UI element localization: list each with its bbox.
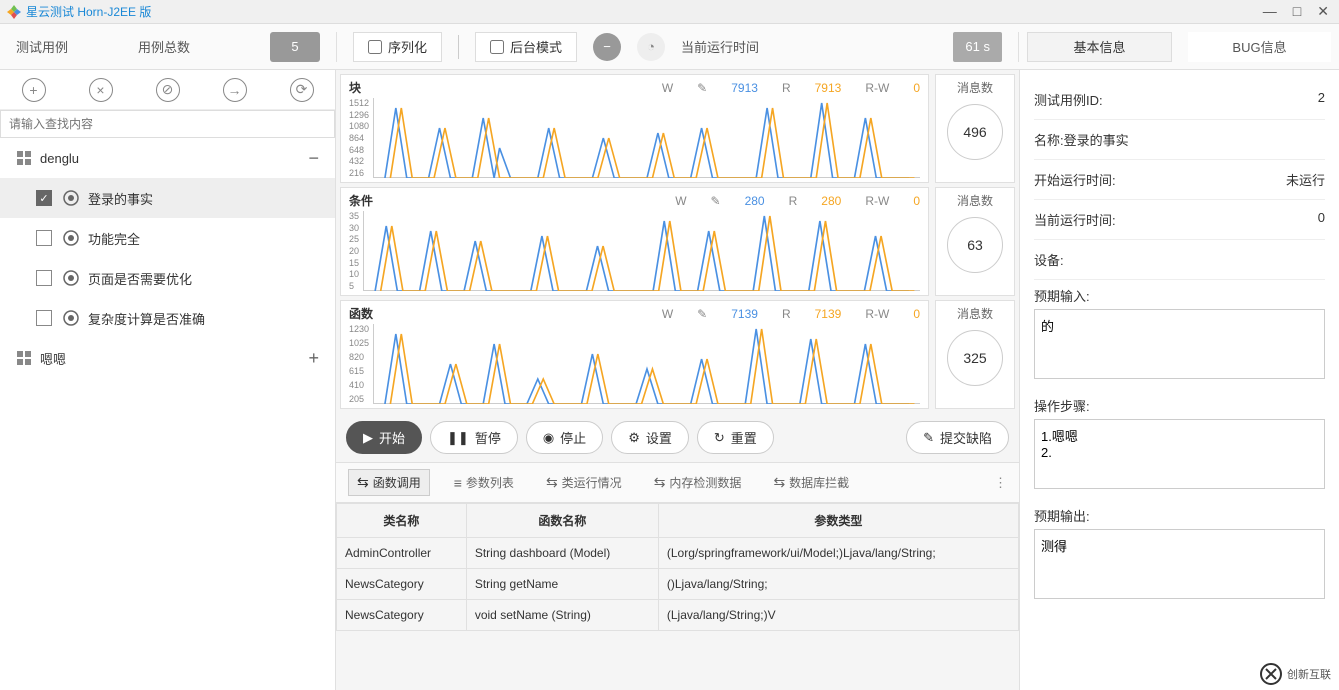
chart-block: 块 W ✎ 7913 R 7913 R-W 0 [340,74,929,183]
refresh-icon: ↻ [714,430,725,446]
submit-defect-button[interactable]: ✎提交缺陷 [906,421,1009,454]
edit-icon: ✎ [923,430,934,446]
tree-item-2[interactable]: 功能完全 [0,218,335,258]
y-axis: 151212961080864648432216 [349,98,369,178]
list-icon: ≡ [454,475,462,491]
tab-memory[interactable]: ⇆内存检测数据 [646,470,750,495]
play-icon: ▶ [363,430,373,446]
sidebar: + × ⊘ → ⟳ denglu − ✓ 登录的事实 [0,70,336,690]
swap-icon: ⇆ [357,474,369,491]
target-icon [62,309,80,327]
message-count-block: 消息数 496 [935,74,1015,183]
grid-icon [16,350,32,366]
delete-icon[interactable]: × [89,78,113,102]
minimize-icon[interactable]: — [1259,3,1281,20]
chart-condition: 条件 W ✎ 280 R 280 R-W 0 [340,187,929,296]
chart-function: 函数 W ✎ 7139 R 7139 R-W 0 [340,300,929,409]
total-label: 用例总数 [138,37,190,56]
tab-params[interactable]: ≡参数列表 [446,470,522,495]
total-count: 5 [270,32,320,62]
steps-field[interactable] [1034,419,1325,489]
message-count-cond: 消息数 63 [935,187,1015,296]
tab-class-run[interactable]: ⇆类运行情况 [538,470,630,495]
add-icon[interactable]: + [22,78,46,102]
target-icon [62,189,80,207]
tree-item-3[interactable]: 页面是否需要优化 [0,258,335,298]
edit-icon[interactable]: ✎ [711,194,721,208]
tree-group-denglu[interactable]: denglu − [0,138,335,178]
expected-input-label: 预期输入: [1034,286,1325,305]
swap-icon: ⇆ [773,474,785,491]
tab-basic-info[interactable]: 基本信息 [1027,32,1172,62]
collapse-icon[interactable]: − [308,148,319,169]
expand-icon[interactable]: + [308,348,319,369]
checkbox-checked-icon[interactable]: ✓ [36,190,52,206]
pause-button[interactable]: ❚❚暂停 [430,421,518,454]
function-table: 类名称 函数名称 参数类型 AdminControllerString dash… [336,503,1019,690]
table-row[interactable]: NewsCategoryvoid setName (String)(Ljava/… [337,600,1019,631]
grid-icon [16,150,32,166]
serialize-checkbox[interactable]: 序列化 [353,32,442,62]
clock-button[interactable]: ◔ [637,33,665,61]
reset-button[interactable]: ↻重置 [697,421,774,454]
toolbar: 测试用例 用例总数 5 序列化 后台模式 − ◔ 当前运行时间 61 s 基本信… [0,24,1339,70]
target-icon [62,229,80,247]
backend-checkbox[interactable]: 后台模式 [475,32,577,62]
expected-input-field[interactable] [1034,309,1325,379]
swap-icon: ⇆ [654,474,666,491]
runtime-label: 当前运行时间 [681,37,937,56]
checkbox-icon[interactable] [36,310,52,326]
tree-item-1[interactable]: ✓ 登录的事实 [0,178,335,218]
tree-item-4[interactable]: 复杂度计算是否准确 [0,298,335,338]
steps-label: 操作步骤: [1034,396,1325,415]
gear-icon: ⚙ [628,430,640,446]
swap-icon: ⇆ [546,474,558,491]
app-title: 星云测试 Horn-J2EE 版 [26,3,151,20]
close-icon[interactable]: ✕ [1313,3,1333,20]
runtime-value: 61 s [953,32,1002,62]
tab-func-call[interactable]: ⇆函数调用 [348,469,430,496]
tree-group-2[interactable]: 嗯嗯 + [0,338,335,378]
forward-icon[interactable]: → [223,78,247,102]
maximize-icon[interactable]: □ [1289,3,1305,20]
tab-db[interactable]: ⇆数据库拦截 [765,470,857,495]
stop-icon: ◉ [543,430,554,446]
table-row[interactable]: AdminControllerString dashboard (Model)(… [337,538,1019,569]
info-panel: 测试用例ID:2 名称:登录的事实 开始运行时间:未运行 当前运行时间:0 设备… [1019,70,1339,690]
target-icon [62,269,80,287]
testcase-label: 测试用例 [16,37,68,56]
checkbox-icon[interactable] [36,230,52,246]
expected-output-label: 预期输出: [1034,506,1325,525]
refresh-icon[interactable]: ⟳ [290,78,314,102]
app-logo-icon [6,4,22,20]
settings-button[interactable]: ⚙设置 [611,421,689,454]
plot-area [373,98,920,178]
edit-icon[interactable]: ✎ [697,307,707,321]
disable-icon[interactable]: ⊘ [156,78,180,102]
message-count-func: 消息数 325 [935,300,1015,409]
start-button[interactable]: ▶开始 [346,421,422,454]
minus-button[interactable]: − [593,33,621,61]
more-icon[interactable]: ⋮ [994,475,1007,491]
table-row[interactable]: NewsCategoryString getName()Ljava/lang/S… [337,569,1019,600]
checkbox-icon[interactable] [36,270,52,286]
edit-icon[interactable]: ✎ [697,81,707,95]
expected-output-field[interactable] [1034,529,1325,599]
pause-icon: ❚❚ [447,430,469,446]
tab-bug-info[interactable]: BUG信息 [1188,32,1331,62]
titlebar: 星云测试 Horn-J2EE 版 — □ ✕ [0,0,1339,24]
divider [458,35,459,59]
footer-logo: 创新互联 [1251,658,1339,690]
search-input[interactable] [0,110,335,138]
stop-button[interactable]: ◉停止 [526,421,603,454]
